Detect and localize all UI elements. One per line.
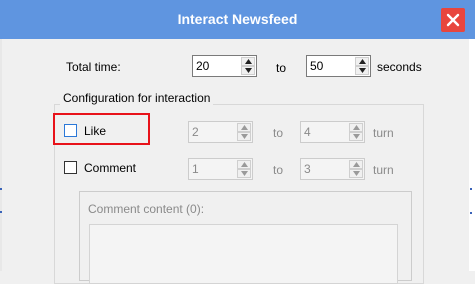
spin-up-button[interactable]: [355, 57, 369, 66]
comment-unit: turn: [373, 163, 394, 177]
title-bar: Interact Newsfeed: [0, 0, 475, 39]
spin-down-button: [349, 169, 363, 178]
total-time-to-value: 50: [310, 59, 324, 73]
comment-content-label: Comment content (0):: [88, 202, 205, 216]
like-from-value: 2: [192, 125, 199, 139]
comment-from-value: 1: [192, 162, 199, 176]
spin-up-button: [349, 123, 363, 132]
spin-up-button: [237, 123, 251, 132]
comment-to-stepper: 3: [300, 158, 365, 180]
total-time-to-label: to: [276, 61, 287, 75]
comment-checkbox[interactable]: [64, 161, 77, 174]
config-group-title: Configuration for interaction: [60, 91, 214, 105]
comment-from-stepper: 1: [188, 158, 253, 180]
spin-down-button[interactable]: [241, 66, 255, 75]
comment-to-value: 3: [304, 162, 311, 176]
comment-label[interactable]: Comment: [84, 161, 136, 175]
spin-up-button: [349, 160, 363, 169]
spin-up-button: [237, 160, 251, 169]
like-highlight-box: [53, 113, 150, 145]
right-edge: [469, 39, 475, 271]
total-time-label: Total time:: [66, 60, 121, 74]
spin-down-button: [349, 132, 363, 141]
like-to-stepper: 4: [300, 121, 365, 143]
spin-down-button: [237, 132, 251, 141]
comment-to-label: to: [273, 163, 284, 177]
close-button[interactable]: [441, 8, 465, 32]
comment-content-textarea: [89, 224, 398, 284]
left-edge: [0, 39, 2, 271]
spin-up-button[interactable]: [241, 57, 255, 66]
total-time-from-stepper[interactable]: 20: [192, 55, 257, 77]
like-unit: turn: [373, 126, 394, 140]
like-to-value: 4: [304, 125, 311, 139]
total-time-to-stepper[interactable]: 50: [306, 55, 371, 77]
total-time-unit: seconds: [377, 60, 422, 74]
window-title: Interact Newsfeed: [177, 11, 298, 27]
spin-down-button: [237, 169, 251, 178]
spin-down-button[interactable]: [355, 66, 369, 75]
total-time-from-value: 20: [196, 59, 210, 73]
like-to-label: to: [273, 126, 284, 140]
like-from-stepper: 2: [188, 121, 253, 143]
